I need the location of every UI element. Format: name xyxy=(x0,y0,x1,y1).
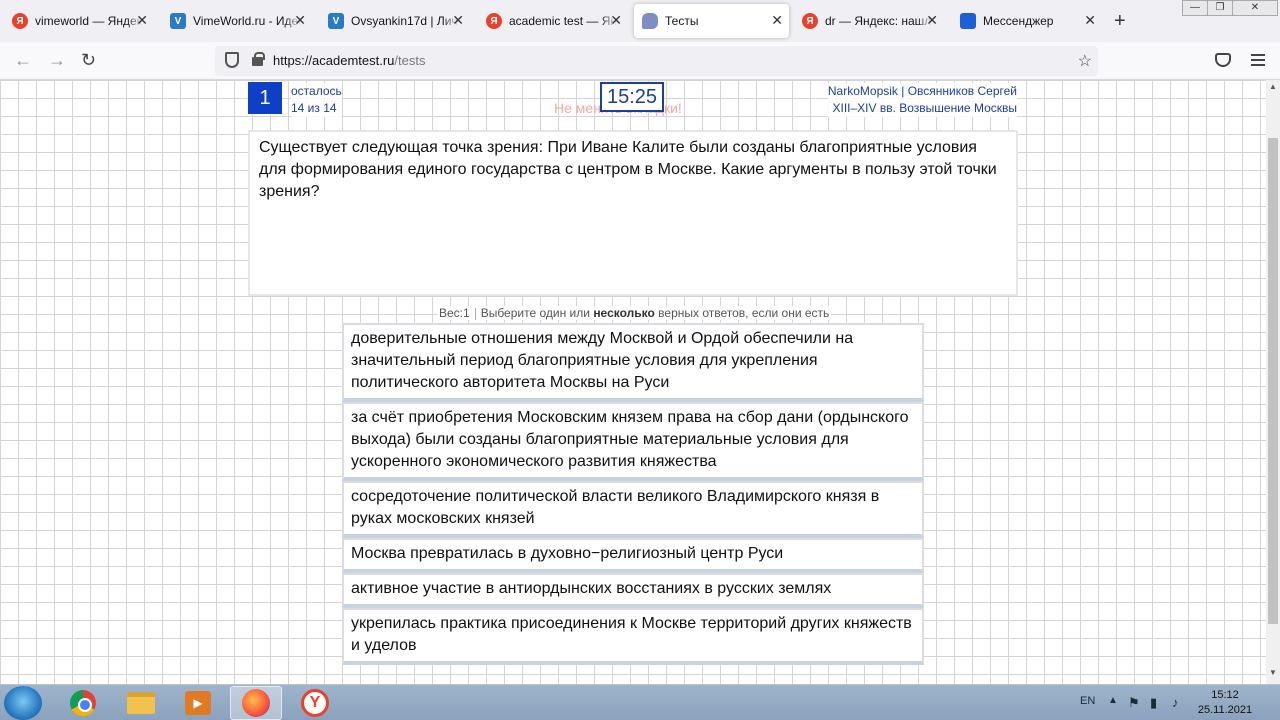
chrome-icon xyxy=(70,690,96,716)
tab-academic-test[interactable]: Я academic test — Янд ✕ xyxy=(478,4,628,38)
minimize-icon[interactable]: — xyxy=(1182,0,1208,16)
media-player-icon: ▶ xyxy=(185,691,211,715)
taskbar-explorer[interactable] xyxy=(115,686,167,720)
firefox-icon xyxy=(242,689,270,717)
answer-option-2[interactable]: за счёт приобретения Московским князем п… xyxy=(342,402,924,481)
tray-expand-icon[interactable]: ▲ xyxy=(1108,695,1118,706)
close-icon[interactable]: ✕ xyxy=(452,12,464,29)
clock[interactable]: 15:12 25.11.2021 xyxy=(1196,688,1254,718)
address-bar[interactable]: https://academtest.ru/tests ☆ xyxy=(215,46,1098,76)
close-window-icon[interactable]: ✕ xyxy=(1232,0,1278,16)
maximize-icon[interactable]: ❐ xyxy=(1207,0,1233,16)
answer-instructions: Вес:1 Выберите один или несколько верных … xyxy=(437,306,832,320)
start-button[interactable] xyxy=(4,686,42,720)
yandex-icon: Я xyxy=(12,13,28,29)
clock-time: 15:12 xyxy=(1211,689,1239,701)
navigation-bar: ← → ↻ https://academtest.ru/tests ☆ xyxy=(0,42,1280,80)
tab-ovsyankin[interactable]: V Ovsyankin17d | Личн ✕ xyxy=(320,4,470,38)
clock-date: 25.11.2021 xyxy=(1197,704,1253,716)
bookmark-star-icon[interactable]: ☆ xyxy=(1078,51,1092,71)
instruction-suffix: верных ответов, если они есть xyxy=(658,306,830,320)
reload-icon[interactable]: ↻ xyxy=(81,50,96,71)
remaining-count: 14 из 14 xyxy=(291,101,337,115)
tab-title: Мессенджер xyxy=(983,14,1054,28)
tab-vimeworld-ideas[interactable]: V VimeWorld.ru - Идеа ✕ xyxy=(162,4,312,38)
forward-icon[interactable]: → xyxy=(48,50,66,71)
answer-option-3[interactable]: сосредоточение политической власти велик… xyxy=(342,481,924,538)
back-icon[interactable]: ← xyxy=(14,50,32,71)
pocket-icon[interactable] xyxy=(1215,53,1231,67)
divider xyxy=(474,307,476,320)
vimeworld-icon: V xyxy=(170,13,186,29)
tab-dr-yandex[interactable]: Я dr — Яндекс: нашло ✕ xyxy=(794,4,944,38)
instruction-prefix: Выберите один или xyxy=(480,306,590,320)
tab-title: Тесты xyxy=(665,14,699,28)
shield-icon[interactable] xyxy=(225,52,239,68)
scroll-down-icon[interactable]: ▼ xyxy=(1269,668,1277,677)
answer-option-4[interactable]: Москва превратилась в духовно−религиозны… xyxy=(342,538,924,573)
network-icon[interactable]: ▮ xyxy=(1150,695,1157,711)
tab-messenger[interactable]: Мессенджер ✕ xyxy=(952,4,1102,38)
taskbar-media[interactable]: ▶ xyxy=(172,686,224,720)
answer-list: доверительные отношения между Москвой и … xyxy=(342,323,924,665)
question-text: Существует следующая точка зрения: При И… xyxy=(248,130,1018,296)
user-info: NarkoMopsik | Овсянников Сергей XIII–XIV… xyxy=(827,83,1017,117)
new-tab-icon[interactable]: + xyxy=(1114,10,1126,33)
yandex-icon: Я xyxy=(486,13,502,29)
menu-icon[interactable] xyxy=(1251,54,1265,66)
timer: 15:25 xyxy=(600,82,664,112)
url-host: https://academtest.ru xyxy=(273,53,395,68)
taskbar: ▶ Y EN ▲ ⚑ ▮ ♪ 15:12 25.11.2021 xyxy=(0,684,1280,720)
answer-option-6[interactable]: укрепилась практика присоединения к Моск… xyxy=(342,608,924,665)
close-icon[interactable]: ✕ xyxy=(136,12,148,29)
tab-title: VimeWorld.ru - Идеа xyxy=(193,14,301,28)
lock-icon[interactable] xyxy=(252,52,265,66)
taskbar-chrome[interactable] xyxy=(57,686,109,720)
tab-strip: Я vimeworld — Яндекс ✕ V VimeWorld.ru - … xyxy=(0,0,1280,42)
tab-title: dr — Яндекс: нашло xyxy=(825,14,933,28)
url-path: /tests xyxy=(394,53,426,68)
url-text[interactable]: https://academtest.ru/tests xyxy=(273,53,425,68)
answer-option-1[interactable]: доверительные отношения между Москвой и … xyxy=(342,323,924,402)
tests-icon xyxy=(642,13,658,29)
close-icon[interactable]: ✕ xyxy=(926,12,938,29)
tab-tests[interactable]: Тесты ✕ xyxy=(634,4,789,38)
question-number: 1 xyxy=(248,82,282,114)
close-icon[interactable]: ✕ xyxy=(610,12,622,29)
question-weight: Вес:1 xyxy=(439,306,470,320)
tab-title: academic test — Янд xyxy=(509,14,617,28)
user-name: NarkoMopsik | Овсянников Сергей xyxy=(827,84,1017,98)
messenger-icon xyxy=(960,13,976,29)
close-icon[interactable]: ✕ xyxy=(771,12,783,29)
yandex-browser-icon: Y xyxy=(301,689,329,717)
close-icon[interactable]: ✕ xyxy=(1084,12,1096,29)
close-icon[interactable]: ✕ xyxy=(294,12,306,29)
remaining-label: осталось xyxy=(291,84,342,98)
test-page: 1 осталось 14 из 14 Не менять вкладки! 1… xyxy=(0,80,1266,684)
test-topic: XIII–XIV вв. Возвышение Москвы xyxy=(832,101,1017,115)
language-indicator[interactable]: EN xyxy=(1080,695,1095,707)
tab-title: Ovsyankin17d | Личн xyxy=(351,14,459,28)
yandex-icon: Я xyxy=(802,13,818,29)
scroll-thumb[interactable] xyxy=(1268,138,1278,624)
tab-title: vimeworld — Яндекс xyxy=(35,14,143,28)
taskbar-yandex[interactable]: Y xyxy=(289,686,341,720)
page-scrollbar[interactable]: ▲ ▼ xyxy=(1266,80,1280,684)
taskbar-firefox[interactable] xyxy=(230,686,282,720)
scroll-up-icon[interactable]: ▲ xyxy=(1269,82,1277,91)
folder-icon xyxy=(127,692,155,714)
volume-icon[interactable]: ♪ xyxy=(1172,695,1179,710)
action-center-icon[interactable]: ⚑ xyxy=(1128,695,1140,711)
tab-vimeworld-yandex[interactable]: Я vimeworld — Яндекс ✕ xyxy=(4,4,154,38)
answer-option-5[interactable]: активное участие в антиордынских восстан… xyxy=(342,573,924,608)
instruction-emphasis: несколько xyxy=(593,306,655,320)
remaining-counter: осталось 14 из 14 xyxy=(291,83,342,117)
vimeworld-icon: V xyxy=(328,13,344,29)
